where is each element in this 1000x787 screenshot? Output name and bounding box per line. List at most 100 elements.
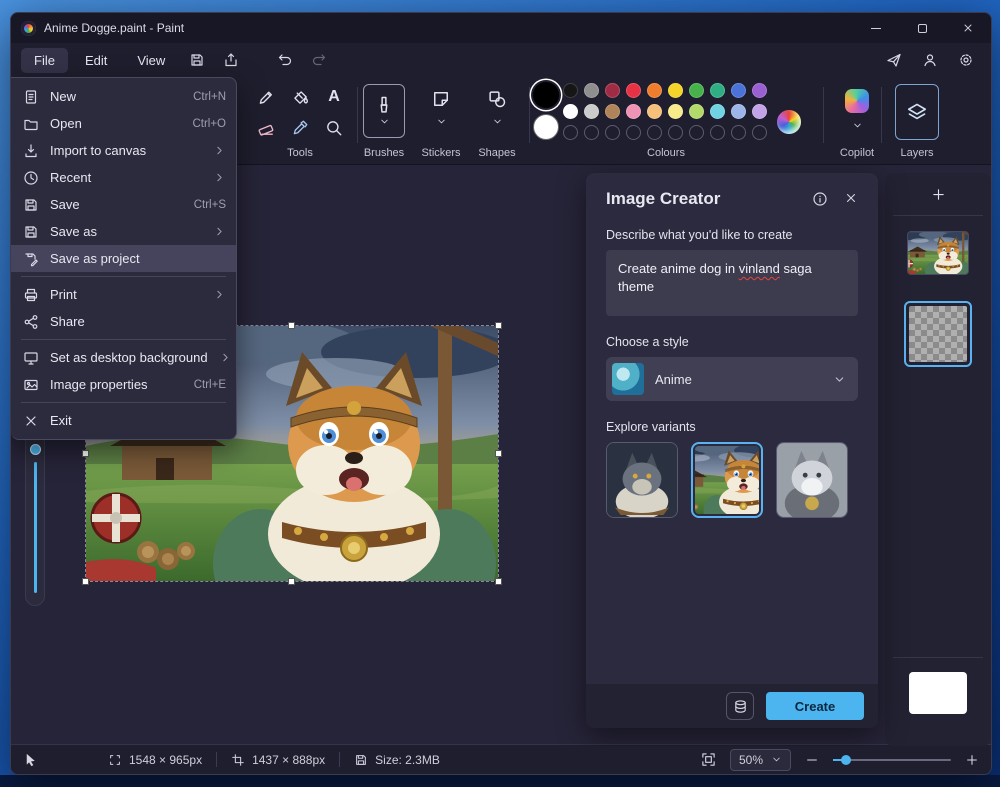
colour-swatch[interactable]	[584, 83, 599, 98]
file-menu-item-image-properties[interactable]: Image propertiesCtrl+E	[11, 371, 236, 398]
file-menu-button[interactable]: File	[21, 48, 68, 73]
export-button[interactable]	[216, 46, 246, 74]
file-menu-item-exit[interactable]: Exit	[11, 407, 236, 434]
empty-colour-slot[interactable]	[563, 125, 578, 140]
shapes-button[interactable]	[475, 89, 519, 127]
colour-swatch[interactable]	[689, 104, 704, 119]
colour-swatch[interactable]	[731, 104, 746, 119]
file-menu-item-import[interactable]: Import to canvas	[11, 137, 236, 164]
empty-colour-slot[interactable]	[710, 125, 725, 140]
person-icon	[922, 52, 938, 68]
empty-colour-slot[interactable]	[584, 125, 599, 140]
brushes-button[interactable]	[363, 84, 405, 138]
color-picker-tool[interactable]	[283, 112, 317, 143]
selection-handle-sw[interactable]	[82, 578, 89, 585]
colour-swatch[interactable]	[710, 83, 725, 98]
file-menu-item-open[interactable]: OpenCtrl+O	[11, 110, 236, 137]
empty-colour-slot[interactable]	[668, 125, 683, 140]
colour-swatch[interactable]	[605, 83, 620, 98]
minimize-button[interactable]	[853, 13, 899, 43]
colour-swatch[interactable]	[668, 104, 683, 119]
copilot-button[interactable]	[835, 89, 879, 131]
create-button[interactable]: Create	[766, 692, 864, 720]
fit-to-screen-button[interactable]	[701, 752, 716, 767]
feedback-button[interactable]	[879, 46, 909, 74]
slider-handle[interactable]	[30, 444, 41, 455]
selection-handle-s[interactable]	[288, 578, 295, 585]
colour-swatch[interactable]	[668, 83, 683, 98]
selection-handle-w[interactable]	[82, 450, 89, 457]
view-menu-button[interactable]: View	[124, 48, 178, 73]
selection-handle-n[interactable]	[288, 322, 295, 329]
quick-save-button[interactable]	[182, 46, 212, 74]
close-panel-icon[interactable]	[844, 191, 858, 207]
primary-colour-swatch[interactable]	[533, 82, 559, 108]
secondary-colour-swatch[interactable]	[533, 114, 559, 140]
layer-thumbnail-artwork[interactable]	[907, 231, 969, 275]
settings-button[interactable]	[951, 46, 981, 74]
colour-swatch[interactable]	[647, 104, 662, 119]
close-button[interactable]	[945, 13, 991, 43]
text-tool[interactable]: A	[317, 81, 351, 112]
file-menu-item-share[interactable]: Share	[11, 308, 236, 335]
redo-button[interactable]	[304, 46, 334, 74]
file-menu-item-save-as[interactable]: Save as	[11, 218, 236, 245]
empty-colour-slot[interactable]	[752, 125, 767, 140]
colour-swatch[interactable]	[752, 83, 767, 98]
variant-thumbnail-1[interactable]	[606, 442, 678, 518]
printer-icon	[23, 287, 39, 303]
add-layer-button[interactable]	[924, 181, 952, 207]
selection-handle-se[interactable]	[495, 578, 502, 585]
colour-swatch[interactable]	[647, 83, 662, 98]
empty-colour-slot[interactable]	[647, 125, 662, 140]
maximize-button[interactable]	[899, 13, 945, 43]
stickers-button[interactable]	[419, 89, 463, 127]
file-menu-item-new[interactable]: NewCtrl+N	[11, 83, 236, 110]
edit-menu-button[interactable]: Edit	[72, 48, 120, 73]
pencil-tool[interactable]	[249, 81, 283, 112]
colour-swatch[interactable]	[752, 104, 767, 119]
empty-colour-slot[interactable]	[605, 125, 620, 140]
colour-swatch[interactable]	[731, 83, 746, 98]
fill-tool[interactable]	[283, 81, 317, 112]
file-menu-item-print[interactable]: Print	[11, 281, 236, 308]
selection-handle-ne[interactable]	[495, 322, 502, 329]
zoom-slider-handle[interactable]	[841, 755, 851, 765]
undo-button[interactable]	[270, 46, 300, 74]
edit-colours-button[interactable]	[777, 110, 801, 134]
selection-handle-e[interactable]	[495, 450, 502, 457]
colour-swatch[interactable]	[584, 104, 599, 119]
eraser-tool[interactable]	[249, 112, 283, 143]
colour-swatch[interactable]	[626, 104, 641, 119]
credits-button[interactable]	[726, 692, 754, 720]
colour-swatch[interactable]	[605, 104, 620, 119]
style-dropdown[interactable]: Anime	[606, 357, 858, 401]
file-menu-item-recent[interactable]: Recent	[11, 164, 236, 191]
colour-swatch[interactable]	[689, 83, 704, 98]
background-layer-thumbnail[interactable]	[909, 672, 967, 714]
zoom-level-dropdown[interactable]: 50%	[730, 749, 791, 771]
file-menu-item-save-as-project[interactable]: Save as project	[11, 245, 236, 272]
empty-colour-slot[interactable]	[689, 125, 704, 140]
zoom-slider[interactable]	[833, 754, 951, 766]
variant-thumbnail-2-selected[interactable]	[691, 442, 763, 518]
empty-colour-slot[interactable]	[731, 125, 746, 140]
info-icon[interactable]	[812, 191, 828, 207]
magnifier-tool[interactable]	[317, 112, 351, 143]
zoom-out-button[interactable]	[805, 753, 819, 767]
file-menu-item-set-desktop[interactable]: Set as desktop background	[11, 344, 236, 371]
colour-swatch[interactable]	[626, 83, 641, 98]
account-button[interactable]	[915, 46, 945, 74]
colour-swatch[interactable]	[563, 83, 578, 98]
zoom-in-button[interactable]	[965, 753, 979, 767]
layers-button[interactable]	[895, 84, 939, 140]
colour-swatch[interactable]	[563, 104, 578, 119]
file-menu-item-save[interactable]: SaveCtrl+S	[11, 191, 236, 218]
colour-swatch[interactable]	[710, 104, 725, 119]
brush-icon	[374, 95, 394, 115]
empty-colour-slot[interactable]	[626, 125, 641, 140]
layer-thumbnail-transparent-selected[interactable]	[904, 301, 972, 367]
prompt-input[interactable]: Create anime dog in vinland saga theme	[606, 250, 858, 316]
variant-thumbnail-3[interactable]	[776, 442, 848, 518]
palette-row-2	[563, 104, 767, 119]
